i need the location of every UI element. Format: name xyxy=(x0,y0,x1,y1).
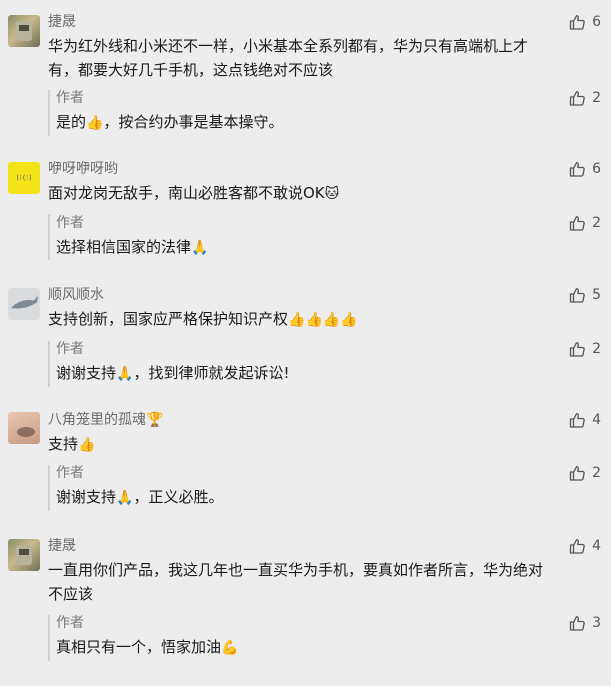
like-count: 2 xyxy=(592,90,601,106)
like-count: 2 xyxy=(592,215,601,231)
avatar[interactable] xyxy=(8,412,40,444)
reply-author: 作者 xyxy=(56,90,84,106)
comment-nickname[interactable]: 捷晟 xyxy=(48,13,76,31)
comment-item: 八角笼里的孤魂🏆 4 支持👍 作者 2 谢谢支持🙏，正义必胜。 xyxy=(0,400,611,525)
like-count: 3 xyxy=(592,615,601,631)
avatar[interactable] xyxy=(8,288,40,320)
comment-text-line: 华为红外线和小米还不一样，小米基本全系列都有，华为只有高端机上才 xyxy=(48,37,529,55)
comment-text: 支持创新，国家应严格保护知识产权👍👍👍👍 xyxy=(48,307,568,332)
thumbs-up-icon xyxy=(568,411,586,429)
comment-text-part: 支持创新，国家应严格保护知识产权 xyxy=(48,310,289,328)
thumbs-up-icon xyxy=(568,214,586,232)
comment-nickname[interactable]: 咿呀咿呀哟 xyxy=(48,160,118,178)
comment-text-part: 支持 xyxy=(48,435,79,453)
reply-text: 真相只有一个，悟家加油💪 xyxy=(56,635,238,660)
pray-emoji: 🙏 xyxy=(116,366,134,382)
pray-emoji: 🙏 xyxy=(191,240,209,256)
nickname-text: 八角笼里的孤魂 xyxy=(48,412,146,428)
comment-nickname[interactable]: 八角笼里的孤魂🏆 xyxy=(48,411,163,429)
reply-divider xyxy=(48,615,50,661)
reply-divider xyxy=(48,90,50,136)
like-button[interactable]: 6 xyxy=(568,13,601,31)
reply-like-button[interactable]: 2 xyxy=(568,464,601,482)
thumbs-up-icon xyxy=(568,614,586,632)
reply-author: 作者 xyxy=(56,465,84,481)
reply-author: 作者 xyxy=(56,215,84,231)
thumbs-up-icon xyxy=(568,464,586,482)
thumbs-up-icon xyxy=(568,89,586,107)
like-count: 2 xyxy=(592,465,601,481)
thumbs-up-emoji: 👍 xyxy=(78,437,96,453)
reply-text: 选择相信国家的法律🙏 xyxy=(56,235,208,260)
comment-item: 捷晟 4 一直用你们产品，我这几年也一直买华为手机，要真如作者所言，华为绝对 不… xyxy=(0,525,611,686)
thumbs-up-emoji: 👍👍👍👍 xyxy=(288,312,358,328)
cat-emoji: 🐱 xyxy=(324,186,340,202)
reply-text: 谢谢支持🙏，找到律师就发起诉讼! xyxy=(56,361,289,386)
comment-text-line: 不应该 xyxy=(48,585,94,603)
thumbs-up-icon xyxy=(568,160,586,178)
reply-text-part: 真相只有一个，悟家加油 xyxy=(56,638,222,656)
reply-like-button[interactable]: 2 xyxy=(568,340,601,358)
like-count: 5 xyxy=(592,287,601,303)
reply-text-part: 谢谢支持 xyxy=(56,364,117,382)
reply-like-button[interactable]: 3 xyxy=(568,614,601,632)
reply-author: 作者 xyxy=(56,341,84,357)
comment-item: (⁝(⁝) 咿呀咿呀哟 6 面对龙岗无敌手，南山必胜客都不敢说OK🐱 作者 2 … xyxy=(0,150,611,275)
reply-author: 作者 xyxy=(56,615,84,631)
reply-divider xyxy=(48,465,50,511)
like-count: 2 xyxy=(592,341,601,357)
reply-text-part: 谢谢支持 xyxy=(56,488,117,506)
comment-text: 华为红外线和小米还不一样，小米基本全系列都有，华为只有高端机上才 有，都要大好几… xyxy=(48,34,568,82)
reply-text-part: 是的 xyxy=(56,113,87,131)
reply-text: 谢谢支持🙏，正义必胜。 xyxy=(56,485,223,510)
thumbs-up-icon xyxy=(568,13,586,31)
comment-text: 支持👍 xyxy=(48,432,568,457)
avatar-text: (⁝(⁝) xyxy=(15,174,33,182)
reply-text-part: 选择相信国家的法律 xyxy=(56,238,192,256)
thumbs-up-icon xyxy=(568,537,586,555)
avatar[interactable]: (⁝(⁝) xyxy=(8,162,40,194)
comment-item: 顺风顺水 5 支持创新，国家应严格保护知识产权👍👍👍👍 作者 2 谢谢支持🙏，找… xyxy=(0,275,611,400)
comment-nickname[interactable]: 顺风顺水 xyxy=(48,286,104,304)
trophy-emoji: 🏆 xyxy=(146,412,164,428)
thumbs-up-icon xyxy=(568,286,586,304)
reply-divider xyxy=(48,214,50,260)
reply-like-button[interactable]: 2 xyxy=(568,89,601,107)
reply-text-part: ，正义必胜。 xyxy=(133,488,224,506)
comment-nickname[interactable]: 捷晟 xyxy=(48,537,76,555)
reply-text-part: ，找到律师就发起诉讼! xyxy=(133,364,290,382)
reply-divider xyxy=(48,341,50,387)
like-button[interactable]: 4 xyxy=(568,537,601,555)
pray-emoji: 🙏 xyxy=(116,490,134,506)
like-count: 4 xyxy=(592,412,601,428)
comment-text-line: 一直用你们产品，我这几年也一直买华为手机，要真如作者所言，华为绝对 xyxy=(48,561,544,579)
like-button[interactable]: 6 xyxy=(568,160,601,178)
flexed-biceps-emoji: 💪 xyxy=(221,640,239,656)
avatar[interactable] xyxy=(8,15,40,47)
like-button[interactable]: 5 xyxy=(568,286,601,304)
comment-text-line: 有，都要大好几千手机，这点钱绝对不应该 xyxy=(48,61,334,79)
like-count: 4 xyxy=(592,538,601,554)
like-count: 6 xyxy=(592,14,601,30)
reply-text: 是的👍，按合约办事是基本操守。 xyxy=(56,110,283,135)
like-button[interactable]: 4 xyxy=(568,411,601,429)
thumbs-up-emoji: 👍 xyxy=(86,115,104,131)
thumbs-up-icon xyxy=(568,340,586,358)
reply-like-button[interactable]: 2 xyxy=(568,214,601,232)
reply-text-part: ，按合约办事是基本操守。 xyxy=(103,113,284,131)
avatar[interactable] xyxy=(8,539,40,571)
comment-text: 一直用你们产品，我这几年也一直买华为手机，要真如作者所言，华为绝对 不应该 xyxy=(48,558,568,606)
comment-text-part: 面对龙岗无敌手，南山必胜客都不敢说OK xyxy=(48,184,325,202)
comment-text: 面对龙岗无敌手，南山必胜客都不敢说OK🐱 xyxy=(48,181,568,206)
like-count: 6 xyxy=(592,161,601,177)
comment-item: 捷晟 6 华为红外线和小米还不一样，小米基本全系列都有，华为只有高端机上才 有，… xyxy=(0,0,611,150)
